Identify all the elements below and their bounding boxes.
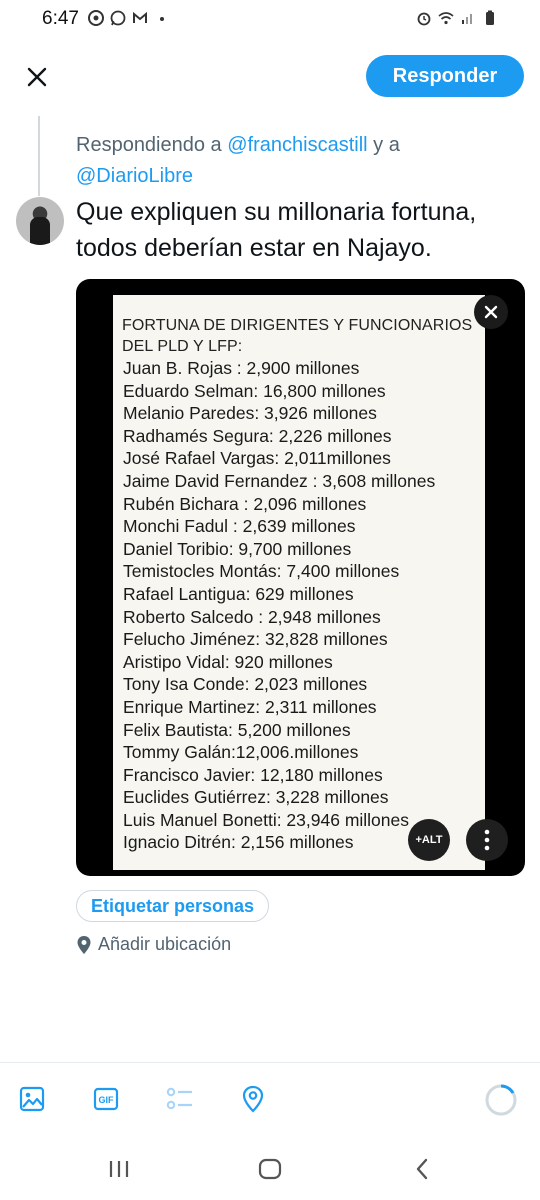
- status-system-icons: [416, 10, 498, 26]
- image-line: Rubén Bichara : 2,096 millones: [123, 493, 367, 514]
- add-poll-button[interactable]: [166, 1085, 194, 1113]
- gmail-icon: [133, 11, 147, 23]
- recent-apps-icon: [109, 1161, 129, 1177]
- reply-handle-2[interactable]: @DiarioLibre: [76, 165, 193, 187]
- image-line: Felix Bautista: 5,200 millones: [123, 719, 351, 740]
- home-button[interactable]: [255, 1156, 285, 1182]
- image-line: Tony Isa Conde: 2,023 millones: [123, 674, 368, 695]
- tag-people-button[interactable]: Etiquetar personas: [76, 890, 270, 922]
- image-line: Jaime David Fernandez : 3,608 millones: [123, 470, 436, 491]
- image-line: Melanio Paredes: 3,926 millones: [123, 403, 377, 424]
- back-button[interactable]: [407, 1156, 437, 1182]
- gif-icon: GIF: [93, 1087, 119, 1111]
- close-button[interactable]: [18, 58, 56, 96]
- add-location-label: Añadir ubicación: [98, 934, 232, 954]
- close-icon: [27, 67, 47, 87]
- image-line: Felucho Jiménez: 32,828 millones: [123, 629, 388, 650]
- image-line: Roberto Salcedo : 2,948 millones: [123, 606, 381, 627]
- status-time: 6:47: [42, 8, 79, 29]
- image-line: José Rafael Vargas: 2,011millones: [123, 448, 391, 469]
- battery-icon: [486, 10, 494, 25]
- image-line: Rafael Lantigua: 629 millones: [123, 583, 354, 604]
- add-gif-button[interactable]: GIF: [92, 1085, 120, 1113]
- composer-toolbar: GIF: [0, 1063, 540, 1139]
- replying-to-prefix: Respondiendo a: [76, 134, 228, 156]
- tweet-text[interactable]: Que expliquen su millonaria fortuna, tod…: [76, 194, 526, 266]
- character-count-ring: [485, 1084, 517, 1116]
- close-icon: [484, 305, 498, 319]
- replying-to-connector: y a: [367, 134, 400, 156]
- dot-icon: [160, 17, 164, 21]
- back-icon: [416, 1158, 428, 1180]
- home-icon: [258, 1158, 282, 1180]
- image-line: Enrique Martinez: 2,311 millones: [123, 696, 377, 717]
- image-line: Aristipo Vidal: 920 millones: [123, 651, 333, 672]
- status-bar: 6:47: [0, 0, 540, 38]
- svg-text:GIF: GIF: [99, 1095, 115, 1105]
- image-line: Luis Manuel Bonetti: 23,946 millones: [123, 809, 410, 830]
- attached-image[interactable]: FORTUNA DE DIRIGENTES Y FUNCIONARIOS DEL…: [76, 279, 525, 876]
- signal-icon: [462, 14, 472, 24]
- add-image-button[interactable]: [18, 1085, 46, 1113]
- status-notification-icons: [88, 10, 170, 26]
- wifi-icon: [438, 12, 454, 25]
- alarm-icon: [417, 12, 431, 26]
- chrome-icon: [88, 10, 104, 26]
- more-vertical-icon: [484, 829, 490, 851]
- location-icon: [242, 1085, 264, 1113]
- reply-handle-1[interactable]: @franchiscastill: [227, 134, 367, 156]
- image-line: Euclides Gutiérrez: 3,228 millones: [123, 787, 389, 808]
- image-icon: [19, 1086, 45, 1112]
- image-line: Temistocles Montás: 7,400 millones: [123, 561, 400, 582]
- image-line: Ignacio Ditrén: 2,156 millones: [123, 832, 354, 853]
- whatsapp-icon: [110, 10, 126, 26]
- image-line: Tommy Galán:12,006.millones: [123, 742, 359, 763]
- poll-icon: [166, 1087, 192, 1110]
- image-line: Juan B. Rojas : 2,900 millones: [123, 358, 360, 378]
- location-pin-icon: [77, 935, 91, 954]
- reply-button[interactable]: Responder: [366, 55, 524, 97]
- replying-to: Respondiendo a @franchiscastill y a @Dia…: [76, 130, 516, 192]
- image-title: FORTUNA DE DIRIGENTES Y FUNCIONARIOS DEL…: [122, 317, 473, 355]
- system-nav-bar: [0, 1140, 540, 1200]
- add-alt-text-button[interactable]: +ALT: [408, 819, 450, 861]
- image-line: Eduardo Selman: 16,800 millones: [123, 380, 386, 401]
- avatar: [16, 197, 64, 245]
- add-location-toolbar-button[interactable]: [239, 1085, 267, 1113]
- image-line: Daniel Toribio: 9,700 millones: [123, 538, 352, 559]
- image-list: Juan B. Rojas : 2,900 millones Eduardo S…: [123, 357, 435, 854]
- thread-line: [38, 116, 40, 196]
- image-document: FORTUNA DE DIRIGENTES Y FUNCIONARIOS DEL…: [113, 295, 485, 870]
- image-line: Monchi Fadul : 2,639 millones: [123, 516, 356, 537]
- image-line: Francisco Javier: 12,180 millones: [123, 764, 383, 785]
- add-location-button[interactable]: Añadir ubicación: [76, 934, 231, 955]
- remove-media-button[interactable]: [474, 295, 508, 329]
- media-more-button[interactable]: [466, 819, 508, 861]
- image-line: Radhamés Segura: 2,226 millones: [123, 425, 392, 446]
- recent-apps-button[interactable]: [104, 1156, 134, 1182]
